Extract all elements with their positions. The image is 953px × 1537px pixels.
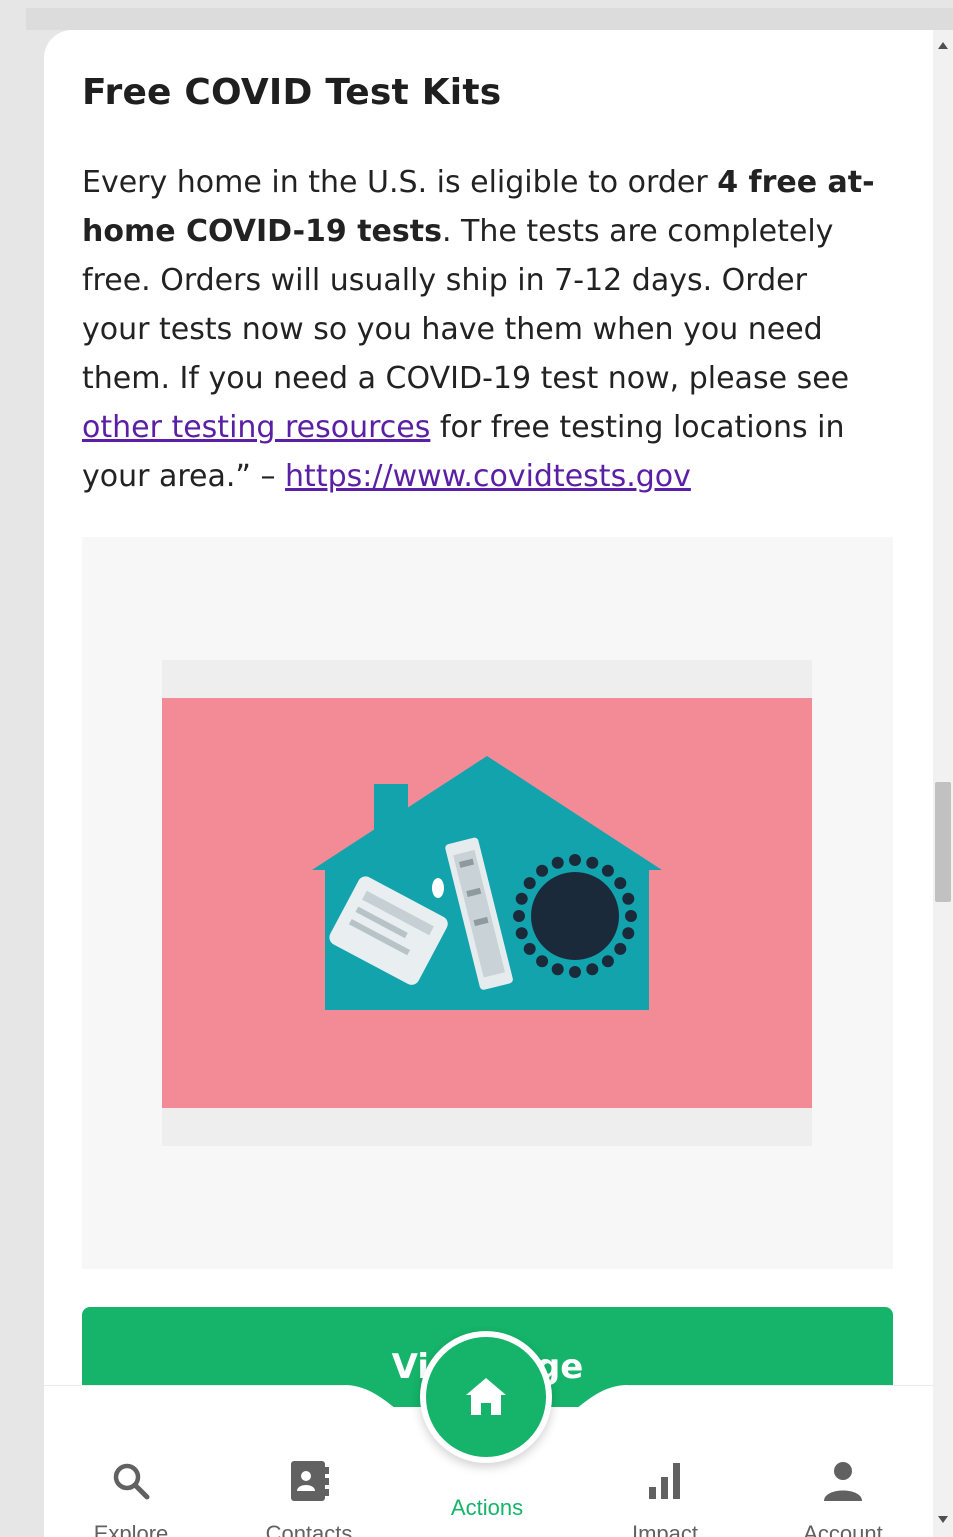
page-title: Free COVID Test Kits [82,72,502,113]
scroll-down-arrow-icon[interactable] [938,1516,948,1523]
scrollbar[interactable] [933,30,953,1537]
search-icon [113,1463,150,1500]
covid-test-house-illustration [162,698,812,1108]
person-icon [824,1462,862,1501]
contacts-icon [291,1461,329,1501]
nav-contacts-label: Contacts [265,1521,353,1537]
home-icon [466,1378,506,1415]
scroll-up-arrow-icon[interactable] [938,42,948,49]
virus-graphic [531,872,619,960]
nav-actions-label[interactable]: Actions [417,1495,557,1521]
nav-account-label: Account [803,1521,883,1537]
nav-contacts[interactable]: Contacts [239,1459,379,1537]
article-image [162,660,812,1146]
nav-explore-label: Explore [93,1521,169,1537]
nav-account[interactable]: Account [773,1459,913,1537]
nav-impact[interactable]: Impact [595,1459,735,1537]
covidtests-gov-link[interactable]: https://www.covidtests.gov [285,459,691,494]
body-text-1: Every home in the U.S. is eligible to or… [82,165,718,200]
article-image-container [82,537,893,1269]
bottom-navigation: Explore Contacts Actions Impact Account [44,1331,933,1537]
nav-explore[interactable]: Explore [61,1459,201,1537]
browser-frame [26,8,953,30]
nav-impact-label: Impact [631,1521,699,1537]
nav-actions-button[interactable] [420,1331,552,1463]
bar-chart-icon [649,1463,680,1499]
scrollbar-thumb[interactable] [935,782,951,902]
article-body: Every home in the U.S. is eligible to or… [82,158,882,501]
content-card: Free COVID Test Kits Every home in the U… [44,30,933,1537]
other-testing-resources-link[interactable]: other testing resources [82,410,430,445]
